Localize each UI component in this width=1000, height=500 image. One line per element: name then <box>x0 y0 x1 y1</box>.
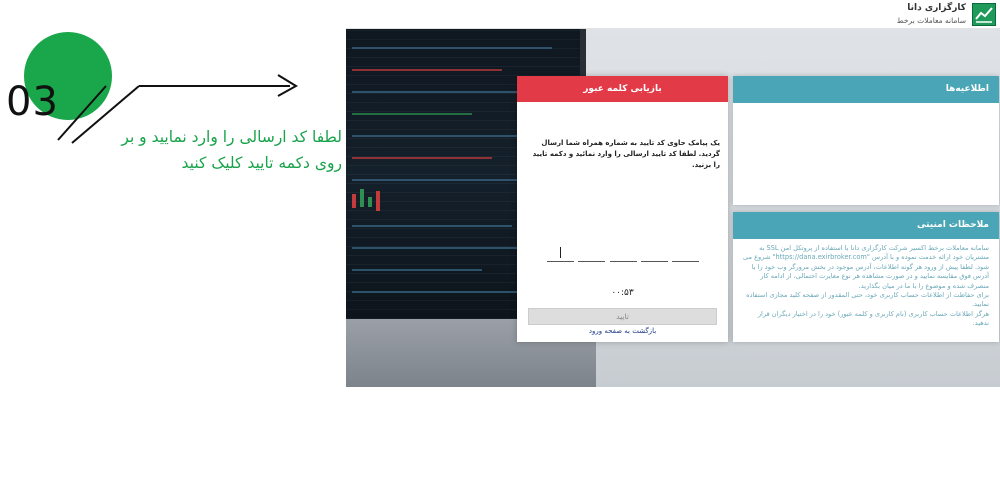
sms-instruction-text: یک پیامک حاوی کد تایید به شماره همراه شم… <box>532 139 720 169</box>
security-notes-body[interactable]: سامانه معاملات برخط اکسیر شرکت کارگزاری … <box>739 240 993 342</box>
background-photo: بازیابی کلمه عبور یک پیامک حاوی کد تایید… <box>346 29 1000 387</box>
security-notes-title: ملاحظات امنیتی <box>733 212 999 239</box>
code-digit-input[interactable] <box>640 246 668 262</box>
verification-code-inputs <box>547 246 699 262</box>
code-digit-input[interactable] <box>547 246 574 262</box>
security-paragraph: هرگز اطلاعات حساب کاربری (نام کاربری و ک… <box>757 309 989 328</box>
code-digit-input[interactable] <box>609 246 637 262</box>
brand-logo <box>972 3 996 26</box>
arrow-icon <box>57 74 298 144</box>
login-screenshot: کارگزاری دانا سامانه معاملات برخط بازیاب… <box>346 0 1000 387</box>
confirm-button[interactable]: تایید <box>528 308 717 325</box>
brand-subtitle: سامانه معاملات برخط <box>896 16 966 25</box>
dialog-title: بازیابی کلمه عبور <box>517 76 728 102</box>
step-description: لطفا کد ارسالی را وارد نمایید و بر روی د… <box>42 124 342 176</box>
code-digit-input[interactable] <box>672 246 699 262</box>
step-description-line-1: لطفا کد ارسالی را وارد نمایید و بر <box>121 128 342 146</box>
announcements-panel: اطلاعیه‌ها <box>733 76 999 205</box>
back-to-login-link[interactable]: بازگشت به صفحه ورود <box>517 327 728 335</box>
brand-name: کارگزاری دانا <box>907 3 966 13</box>
password-recovery-dialog: بازیابی کلمه عبور یک پیامک حاوی کد تایید… <box>517 76 728 342</box>
security-notes-panel: ملاحظات امنیتی سامانه معاملات برخط اکسیر… <box>733 212 999 342</box>
security-paragraph: سامانه معاملات برخط اکسیر شرکت کارگزاری … <box>742 244 989 290</box>
announcements-title: اطلاعیه‌ها <box>733 76 999 103</box>
step-instruction: 03 لطفا کد ارسالی را وارد نمایید و بر رو… <box>0 0 346 500</box>
countdown-timer: ۰۰:۵۳ <box>611 288 634 298</box>
security-paragraph: برای حفاظت از اطلاعات حساب کاربری خود، ح… <box>746 291 989 309</box>
step-description-line-2: روی دکمه تایید کلیک کنید <box>181 154 342 172</box>
site-header: کارگزاری دانا سامانه معاملات برخط <box>346 0 1000 29</box>
code-digit-input[interactable] <box>578 246 606 262</box>
